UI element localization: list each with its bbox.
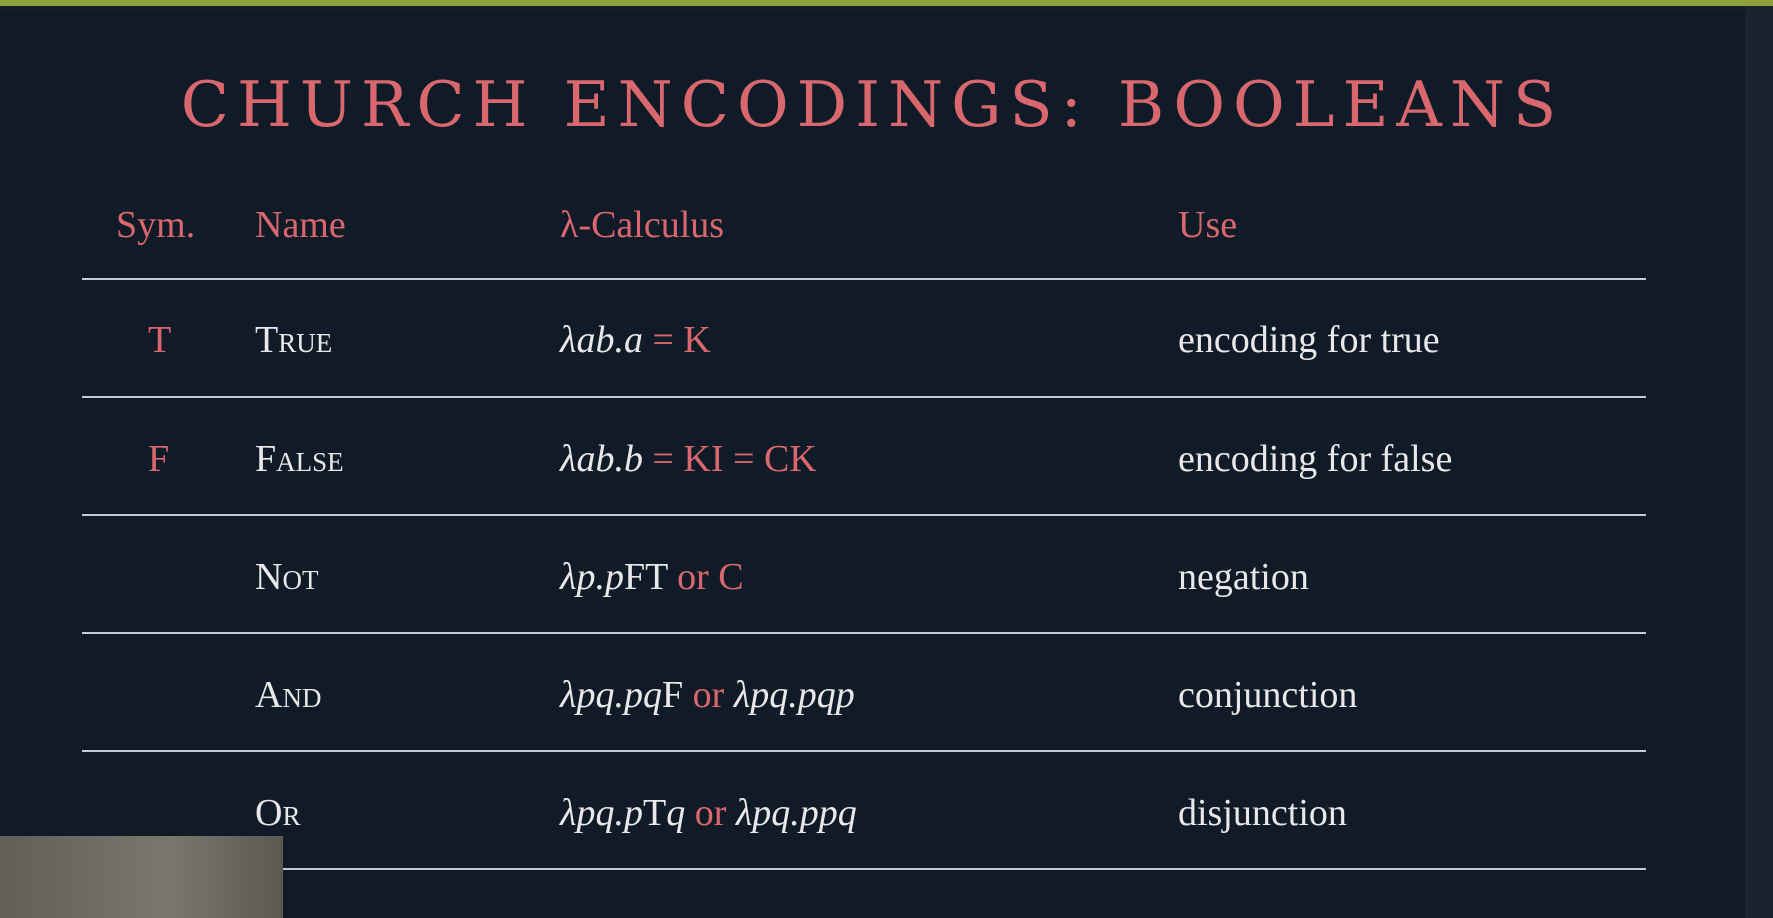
slide-frame: CHURCH ENCODINGS: BOOLEANS Sym. Name λ-C… [0, 6, 1773, 918]
table-rule [82, 396, 1646, 398]
use-cell: conjunction [1178, 674, 1358, 716]
header-sym: Sym. [116, 204, 196, 246]
name-cell: And [255, 674, 322, 716]
or-word: or [685, 792, 736, 834]
lambda-cell: λpq.pTq or λpq.ppq [560, 791, 857, 835]
symbol-cell: F [148, 438, 170, 480]
table-rule [82, 750, 1646, 752]
slide-edge [1745, 6, 1773, 918]
lambda-expr-alt: λpq.ppq [735, 792, 857, 834]
table-rule [82, 514, 1646, 516]
combinator: CK [763, 438, 817, 480]
symbol-cell: T [148, 319, 172, 361]
lambda-expr-alt: λpq.pqp [733, 674, 855, 716]
name-cell: Or [255, 792, 301, 834]
lambda-constants: FT [623, 556, 668, 598]
webcam-overlay [0, 836, 283, 918]
lambda-expr: λpq.pq [560, 674, 662, 716]
lambda-cell: λpq.pqF or λpq.pqp [560, 673, 855, 717]
name-cell: True [255, 319, 333, 361]
lambda-cell: λab.b = KI = CK [560, 437, 817, 481]
table-rule [82, 868, 1646, 870]
lambda-expr: λpq.p [560, 792, 643, 834]
lambda-expr: λab.b [560, 438, 643, 480]
header-name: Name [255, 204, 346, 246]
header-lambda-calculus: λ-Calculus [560, 204, 725, 246]
lambda-expr: λab.a [560, 319, 643, 361]
equals-sign: = [642, 319, 684, 361]
table-rule [82, 278, 1646, 280]
or-word: or [683, 674, 734, 716]
use-cell: encoding for true [1178, 319, 1440, 361]
header-use: Use [1178, 204, 1238, 246]
equals-sign: = [642, 438, 684, 480]
or-word: or [667, 556, 719, 598]
slide: CHURCH ENCODINGS: BOOLEANS Sym. Name λ-C… [0, 10, 1745, 918]
webcam-image [0, 836, 283, 918]
lambda-cell: λp.pFT or C [560, 555, 744, 599]
combinator: K [683, 319, 711, 361]
use-cell: encoding for false [1178, 438, 1453, 480]
equals-sign: = [723, 438, 764, 480]
combinator: C [718, 556, 744, 598]
lambda-cell: λab.a = K [560, 318, 711, 362]
lambda-expr-tail: q [666, 792, 686, 834]
combinator: KI [683, 438, 724, 480]
lambda-constants: T [642, 792, 667, 834]
use-cell: negation [1178, 556, 1309, 598]
lambda-constants: F [661, 674, 684, 716]
lambda-expr: λp.p [560, 556, 624, 598]
use-cell: disjunction [1178, 792, 1347, 834]
slide-title: CHURCH ENCODINGS: BOOLEANS [180, 68, 1565, 141]
name-cell: Not [255, 556, 319, 598]
name-cell: False [255, 438, 344, 480]
table-rule [82, 632, 1646, 634]
